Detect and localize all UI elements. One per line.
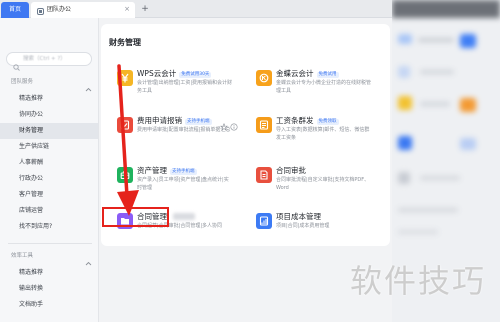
section-title-team-services: 团队服务: [11, 79, 34, 85]
sidebar-item-collaboration[interactable]: 协同办公: [0, 107, 98, 123]
app-card-payslip-mass-send[interactable]: 工资条群发 免费领取 导入工资表|数据核算|邮件、短信、微信群发工资条: [256, 116, 388, 156]
app-title-row: 资产管理 支持手机端: [137, 166, 197, 175]
blurred-shape: [460, 34, 476, 48]
page-title: 财务管理: [109, 38, 141, 47]
app-title-row: 工资条群发 免费领取: [276, 116, 339, 125]
app-badge: 支持手机端: [185, 119, 212, 125]
expense-icon: [117, 117, 133, 133]
sidebar-item-cant-find-app[interactable]: 找不到应用?: [0, 219, 98, 235]
app-description: 合同起草|合同审批|合同管理|多人协同: [137, 223, 223, 229]
sidebar-item-document-assistant[interactable]: 文档助手: [0, 297, 98, 313]
app-card-asset-management[interactable]: 资产管理 支持手机端 资产录入|员工申领|资产管理|盘点统计|实时管理: [117, 166, 249, 206]
accounting-icon: [117, 70, 133, 86]
payslip-icon: [256, 117, 272, 133]
app-badge: 免费试用30天: [179, 72, 212, 78]
blurred-shape: [420, 102, 450, 106]
blurred-shape: [420, 176, 460, 180]
sidebar-item-featured[interactable]: 精选推荐: [0, 91, 98, 107]
app-title: 项目成本管理: [276, 212, 321, 221]
tab-team-office[interactable]: 团队办公 ×: [31, 2, 135, 18]
info-icon[interactable]: [230, 116, 238, 131]
app-badge: 免费领取: [316, 119, 339, 125]
app-card-project-cost-management[interactable]: 项目成本管理 项目|合同|成本费用管理: [256, 212, 388, 252]
efficiency-tools-nav: 精选推荐 输出转换 文档助手: [0, 265, 98, 313]
contract-approval-icon: [256, 167, 272, 183]
search-input[interactable]: 搜索（Ctrl + ?）: [6, 52, 92, 71]
app-title-row: 金蝶云会计 免费试用: [276, 69, 339, 78]
blurred-shape: [418, 38, 454, 42]
asset-icon: [117, 167, 133, 183]
app-card-kingdee-accounting[interactable]: 金蝶云会计 免费试用 金蝶云会计专为小微企业打造的在线财税管理工具: [256, 69, 388, 109]
sidebar-item-store-operations[interactable]: 店铺运营: [0, 203, 98, 219]
app-title-row: 合同管理: [137, 212, 167, 221]
sidebar-item-finance[interactable]: 财务管理: [0, 123, 98, 139]
tab-home-label: 首页: [8, 6, 21, 13]
app-title: 工资条群发: [276, 116, 314, 125]
watermark: 软件技巧: [350, 262, 487, 300]
app-description: 合同审批流程|自定义审批|支持文档PDF、Word: [276, 177, 370, 191]
blurred-shape: [398, 66, 410, 78]
app-description: 金蝶云会计专为小微企业打造的在线财税管理工具: [276, 80, 372, 94]
sidebar-item-featured-tools[interactable]: 精选推荐: [0, 265, 98, 281]
app-description: 项目|合同|成本费用管理: [276, 223, 330, 229]
app-description: 费用申请审批|配置审批流程|报销单据汇总: [137, 127, 231, 133]
app-card-contract-management[interactable]: 合同管理 合同起草|合同审批|合同管理|多人协同: [117, 212, 249, 252]
chevron-up-icon[interactable]: [85, 78, 92, 92]
app-title: 费用申请报销: [137, 116, 182, 125]
chevron-up-icon[interactable]: [85, 252, 92, 266]
app-title: 合同管理: [137, 212, 167, 221]
kingdee-icon: [256, 70, 272, 86]
tab-home[interactable]: 首页: [1, 2, 29, 18]
project-cost-icon: [256, 213, 272, 229]
blurred-shape: [398, 96, 412, 110]
finance-apps-panel: 财务管理 WPS云会计 免费试用30天 会计管理|出纳管理|工资|费用报销和会计财…: [101, 24, 390, 246]
blurred-shape: [420, 70, 454, 74]
app-badge: 支持手机端: [170, 169, 197, 175]
blurred-shape: [398, 34, 412, 44]
app-card-wps-accounting[interactable]: WPS云会计 免费试用30天 会计管理|出纳管理|工资|费用报销和会计财务工具: [117, 69, 249, 109]
app-description: 资产录入|员工申领|资产管理|盘点统计|实时管理: [137, 177, 229, 191]
blurred-shape: [398, 230, 438, 234]
app-window: 首页 团队办公 × + 搜索（Ctrl + ?） 团队服务 精选推荐 协同办公: [0, 0, 500, 322]
blurred-shape: [398, 208, 458, 212]
sidebar-item-supply-chain[interactable]: 生产供应链: [0, 139, 98, 155]
blurred-shape: [460, 98, 476, 112]
app-title: WPS云会计: [137, 69, 177, 78]
sidebar-item-customer-management[interactable]: 客户管理: [0, 187, 98, 203]
app-title: 合同审批: [276, 166, 306, 175]
app-title: 金蝶云会计: [276, 69, 314, 78]
star-icon[interactable]: [220, 116, 228, 131]
sidebar: 搜索（Ctrl + ?） 团队服务 精选推荐 协同办公 财务管理 生产供应链 人…: [0, 18, 99, 322]
app-description: 导入工资表|数据核算|邮件、短信、微信群发工资条: [276, 127, 370, 141]
app-card-expense-reimbursement[interactable]: 费用申请报销 支持手机端 费用申请审批|配置审批流程|报销单据汇总: [117, 116, 249, 156]
app-badge: 免费试用: [316, 72, 339, 78]
plus-icon: +: [141, 4, 149, 14]
search-placeholder: 搜索（Ctrl + ?）: [23, 56, 66, 62]
sidebar-divider: [8, 243, 92, 244]
blurred-shape: [398, 136, 412, 150]
sidebar-item-hr-payroll[interactable]: 人事薪酬: [0, 155, 98, 171]
section-title-efficiency-tools: 效率工具: [11, 253, 34, 259]
search-icon: [13, 56, 20, 71]
app-title-row: 项目成本管理: [276, 212, 321, 221]
contract-folder-icon: [117, 213, 133, 229]
app-title: 资产管理: [137, 166, 167, 175]
app-title-row: 费用申请报销 支持手机端: [137, 116, 212, 125]
close-icon[interactable]: ×: [124, 2, 130, 17]
blurred-shape: [392, 0, 500, 18]
app-title-row: WPS云会计 免费试用30天: [137, 69, 212, 78]
team-services-nav: 精选推荐 协同办公 财务管理 生产供应链 人事薪酬 行政办公 客户管理 店铺运营…: [0, 91, 98, 235]
team-office-icon: [37, 6, 44, 15]
blurred-shape: [460, 138, 476, 150]
app-title-row: 合同审批: [276, 166, 306, 175]
app-description: 会计管理|出纳管理|工资|费用报销和会计财务工具: [137, 80, 233, 94]
new-tab-button[interactable]: +: [139, 2, 151, 16]
app-card-contract-approval[interactable]: 合同审批 合同审批流程|自定义审批|支持文档PDF、Word: [256, 166, 388, 206]
blurred-shape: [398, 172, 410, 184]
blurred-badge: [173, 213, 195, 220]
sidebar-item-output-conversion[interactable]: 输出转换: [0, 281, 98, 297]
sidebar-item-administration[interactable]: 行政办公: [0, 171, 98, 187]
tab-team-office-label: 团队办公: [47, 6, 72, 13]
